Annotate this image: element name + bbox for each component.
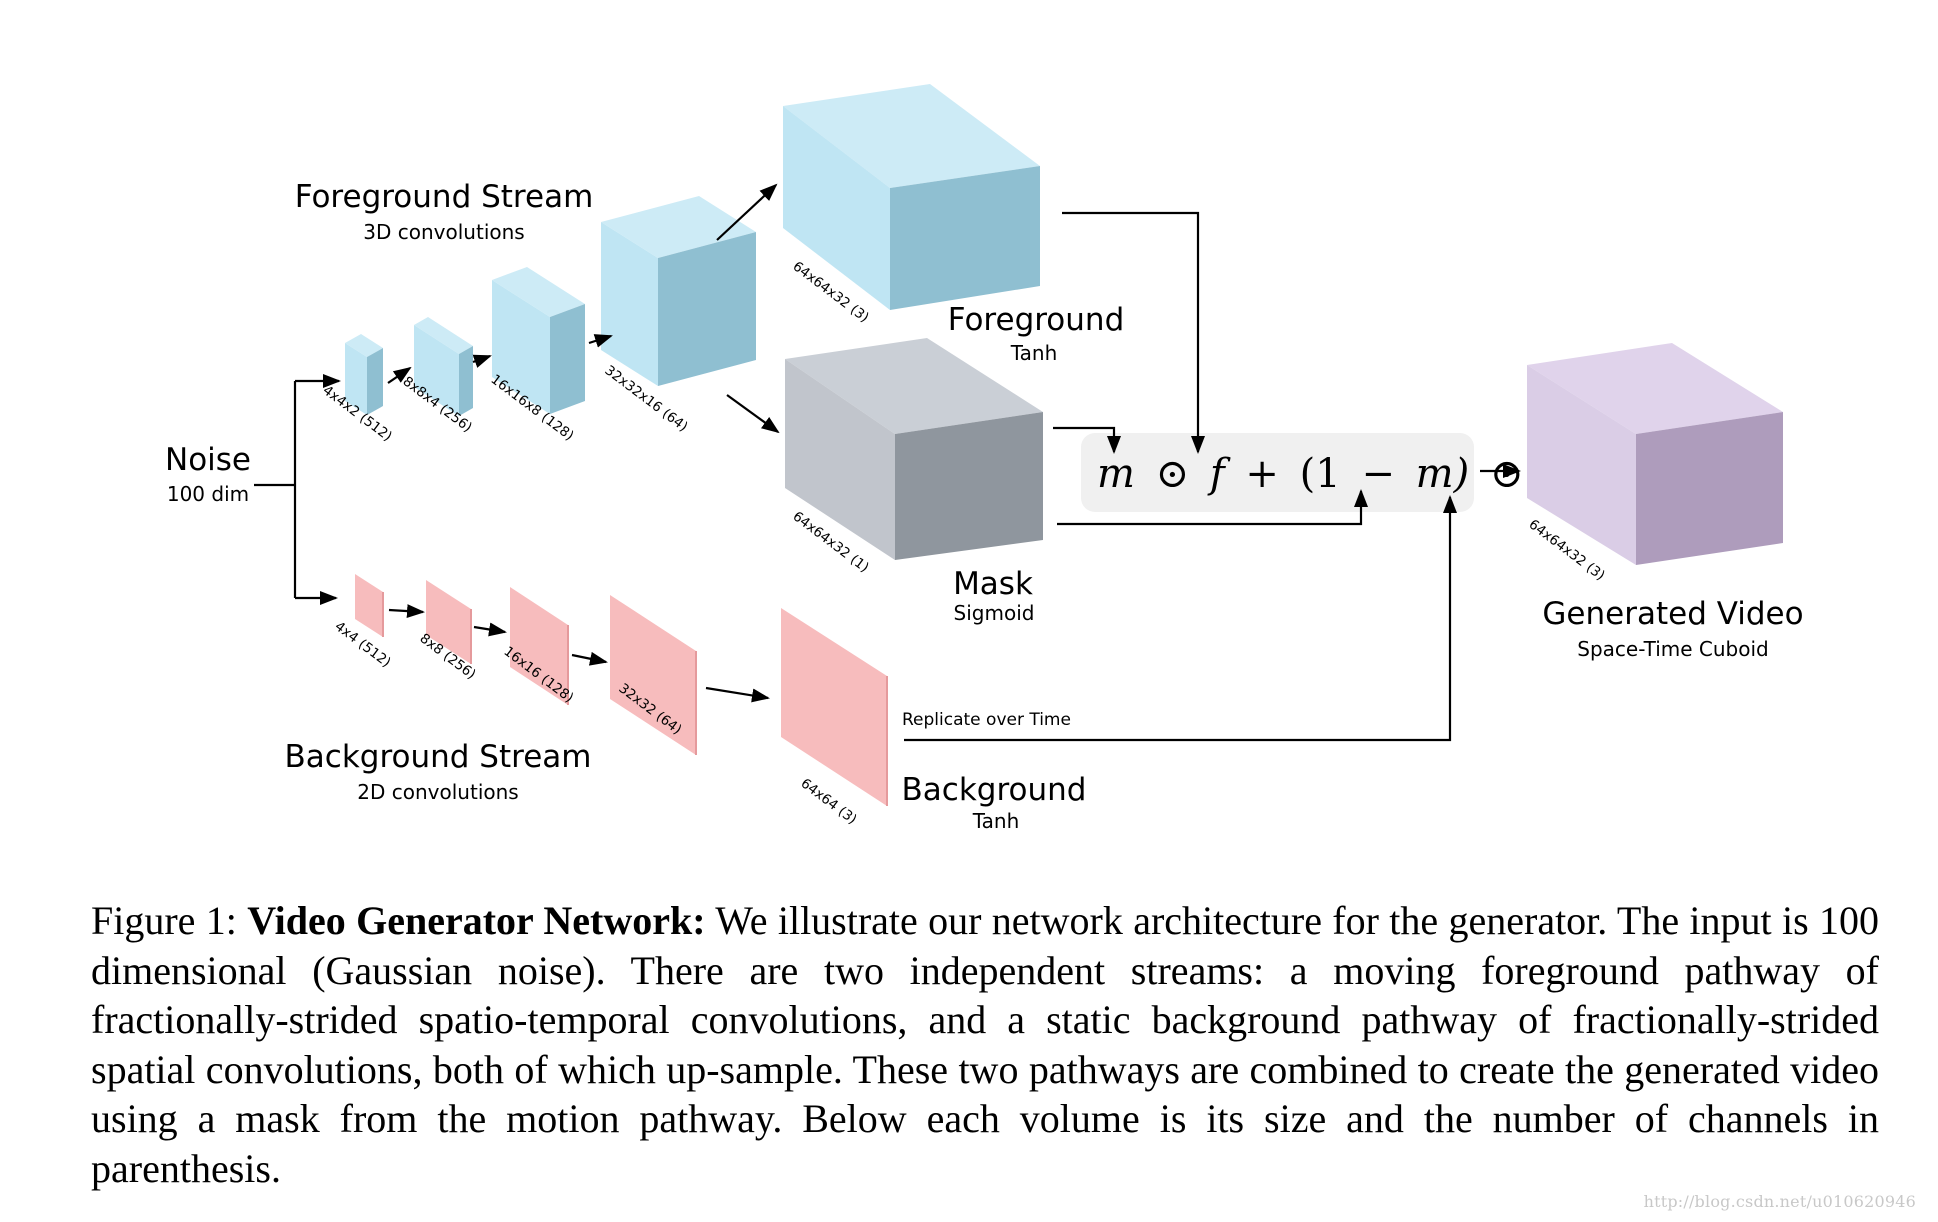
fg-layer-3-side: [550, 304, 585, 414]
background-stream-subtitle: 2D convolutions: [357, 780, 518, 804]
formula-odot-1: ⊙: [1156, 451, 1190, 497]
formula-f: f: [1207, 451, 1231, 497]
formula-m: m: [1097, 451, 1135, 497]
bg-arrow-2: [473, 622, 507, 637]
foreground-stream-subtitle: 3D convolutions: [363, 220, 524, 244]
fg-arrow-to-mask: [726, 394, 780, 434]
foreground-subtitle: Tanh: [1010, 341, 1058, 365]
foreground-stream-title: Foreground Stream: [295, 179, 594, 215]
mask-title: Mask: [953, 566, 1033, 602]
background-plane: [781, 608, 887, 806]
output-cube-side: [1636, 412, 1783, 565]
fg-layer-2-side: [459, 346, 473, 416]
bg-layer-1-plane: [355, 574, 383, 637]
background-volume-label: 64x64 (3): [798, 775, 860, 827]
generated-video-subtitle: Space-Time Cuboid: [1577, 637, 1768, 661]
bg-layer-1-label: 4x4 (512): [332, 618, 394, 670]
fg-layer-1-side: [367, 348, 383, 415]
generated-video-title: Generated Video: [1542, 596, 1803, 632]
generated-video-volume: 64x64x32 (3) Generated Video Space-Time …: [1526, 343, 1804, 661]
background-title: Background: [902, 772, 1087, 808]
mask-volume: 64x64x32 (1) Mask Sigmoid: [785, 338, 1043, 625]
watermark: http://blog.csdn.net/u010620946: [1643, 1192, 1916, 1211]
background-layers: 4x4 (512) 8x8 (256) 16x16 (128)32x32 (64): [332, 574, 697, 755]
combine-formula: m ⊙ f + (1 − m) ⊙ b: [1097, 451, 1570, 497]
formula-minus: −: [1361, 451, 1395, 497]
mask-cube-side: [895, 412, 1043, 560]
formula-one: (1: [1300, 451, 1341, 497]
foreground-title: Foreground: [948, 302, 1125, 338]
background-stream-title: Background Stream: [285, 739, 592, 775]
figure-caption: Figure 1: Video Generator Network: We il…: [91, 896, 1879, 1193]
foreground-volume: 64x64x32 (3) Foreground Tanh: [783, 84, 1124, 365]
noise-input: Noise 100 dim: [165, 442, 251, 506]
bg-arrow-1: [388, 604, 425, 619]
formula-m-paren: m): [1416, 451, 1470, 497]
noise-title: Noise: [165, 442, 251, 478]
mask-subtitle: Sigmoid: [954, 601, 1035, 625]
replicate-over-time-label: Replicate over Time: [902, 710, 1071, 730]
caption-bold-title: Video Generator Network:: [247, 898, 706, 943]
formula-plus: +: [1245, 451, 1279, 497]
caption-prefix: Figure 1:: [91, 898, 248, 943]
fg-layer-4-side: [658, 232, 756, 386]
formula-odot-2: ⊙: [1490, 451, 1524, 497]
bg-arrow-3: [571, 651, 608, 666]
foreground-cube-side: [890, 166, 1040, 310]
bg-arrow-4: [705, 686, 770, 703]
noise-branch-lines: [254, 374, 341, 605]
background-subtitle: Tanh: [972, 809, 1020, 833]
noise-subtitle: 100 dim: [167, 482, 249, 506]
fg-arrow-2: [472, 354, 492, 368]
bg-layer-4-plane: [610, 595, 696, 755]
